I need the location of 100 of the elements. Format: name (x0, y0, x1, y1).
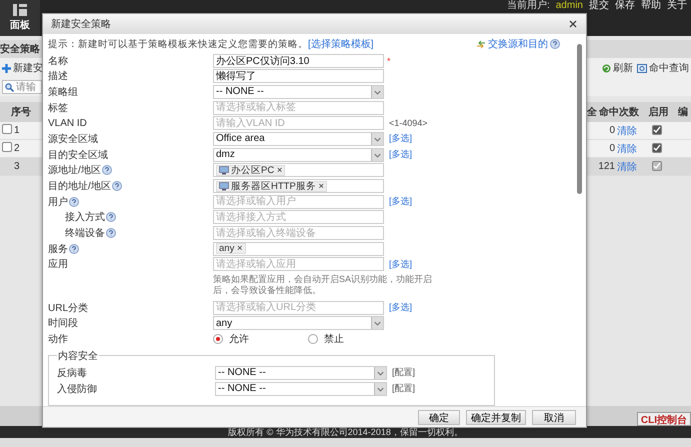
tag-chip[interactable]: any × (216, 243, 246, 254)
help-icon[interactable] (550, 39, 560, 50)
select-field[interactable]: Office area (213, 132, 384, 146)
tag-chip[interactable]: 办公区PC × (216, 164, 286, 176)
swap-link[interactable]: 交换源和目的 (476, 37, 560, 52)
hint-text: 提示：新建时可以基于策略模板来快速定义您需要的策略。[选择策略模板] (48, 38, 374, 52)
multi-select-link[interactable]: [多选] (389, 301, 412, 314)
multi-select-link[interactable]: [多选] (389, 132, 412, 146)
dropdown-caret-icon[interactable] (371, 317, 383, 330)
field-label: 反病毒 (57, 366, 88, 380)
field-label: 用户 (48, 194, 213, 209)
note-text: 策略如果配置应用，会自动开启SA识别功能，功能开启后，会导致设备性能降低。 (213, 273, 433, 298)
swap-arrows-icon (476, 40, 486, 49)
tag-field[interactable]: 办公区PC × (213, 163, 384, 178)
multi-select-link[interactable]: [多选] (389, 258, 412, 271)
enable-checkbox[interactable] (652, 124, 662, 134)
required-mark: * (387, 56, 391, 66)
tag-field[interactable]: any × (213, 242, 384, 256)
field-label: 策略组 (48, 86, 79, 99)
table-cell-text: 0 (608, 125, 615, 136)
text-field[interactable]: 办公区PC仅访问3.10 (213, 54, 384, 68)
field-label: 接入方式 (65, 210, 213, 224)
dashboard-nav-tile[interactable]: 面板 (0, 0, 40, 36)
select-field[interactable]: dmz (213, 148, 384, 162)
radio-option[interactable]: 禁止 (308, 332, 403, 346)
text-field[interactable]: 请选择或输入标签 (213, 100, 384, 115)
configure-link[interactable]: [配置] (392, 382, 416, 396)
field-label: 源安全区域 (48, 132, 99, 146)
search-icon (5, 83, 14, 92)
table-row[interactable]: 1 (0, 122, 42, 140)
search-field[interactable]: 请输 (2, 80, 42, 94)
clear-link[interactable]: 清除 (615, 124, 639, 138)
dropdown-caret-icon[interactable] (371, 132, 383, 145)
table-cell-text: 3 (14, 161, 21, 172)
help-icon[interactable] (102, 165, 112, 176)
field-label: 描述 (48, 70, 69, 84)
select-field[interactable]: any (213, 316, 384, 330)
text-field[interactable]: 请选择或输入用户 (213, 194, 384, 209)
table-row[interactable]: 3 (0, 158, 42, 176)
field-label: 目的安全区域 (48, 148, 109, 162)
configure-link[interactable]: [配置] (392, 366, 416, 380)
copyright-text: 版权所有 © 华为技术有限公司2014-2018，保留一切权利。 (228, 426, 463, 438)
text-field[interactable]: 请选择或输入URL分类 (213, 300, 384, 315)
group-legend: 内容安全 (57, 348, 99, 363)
table-cell-text: 1 (14, 125, 21, 136)
radio-option[interactable]: 允许 (213, 332, 308, 346)
refresh-button[interactable]: 刷新 (602, 61, 633, 75)
close-button[interactable] (568, 19, 578, 29)
field-label: 终端设备 (65, 226, 213, 240)
dialog-button[interactable]: 确定 (418, 410, 460, 424)
field-label: 名称 (48, 54, 69, 68)
column-header: 启用 (648, 105, 670, 119)
select-field[interactable]: -- NONE -- (213, 84, 384, 99)
multi-select-link[interactable]: [多选] (389, 148, 412, 162)
text-field[interactable]: 请选择或输入终端设备 (213, 226, 384, 240)
dropdown-caret-icon[interactable] (374, 382, 386, 395)
help-icon[interactable] (69, 196, 79, 207)
table-row[interactable]: 2 (0, 140, 42, 158)
dialog-button[interactable]: 取消 (532, 410, 576, 424)
select-field[interactable]: -- NONE -- (215, 382, 387, 396)
template-link[interactable]: [选择策略模板] (308, 39, 374, 50)
multi-select-link[interactable]: [多选] (389, 195, 412, 208)
column-header: 命中次数 (598, 106, 640, 119)
select-field[interactable]: -- NONE -- (215, 366, 387, 380)
table-cell-text: 2 (14, 143, 21, 154)
column-header: 序号 (10, 105, 32, 119)
text-field[interactable]: 请选择或输入应用 (213, 257, 384, 272)
help-icon[interactable] (69, 244, 79, 254)
field-label: 应用 (48, 258, 69, 272)
text-field[interactable]: 懒得写了 (213, 69, 384, 84)
hit-query-button[interactable]: 命中查询 (637, 61, 689, 75)
field-label: 标签 (48, 102, 69, 115)
dropdown-caret-icon[interactable] (371, 148, 383, 161)
refresh-icon (602, 64, 611, 72)
tag-chip[interactable]: 服务器区HTTP服务 × (216, 180, 328, 192)
field-label: 动作 (48, 333, 69, 346)
tag-field[interactable]: 服务器区HTTP服务 × (213, 179, 384, 194)
help-icon[interactable] (106, 212, 116, 222)
field-label: VLAN ID (48, 118, 88, 129)
field-label: URL分类 (48, 302, 90, 315)
clear-link[interactable]: 清除 (615, 142, 639, 156)
top-link[interactable]: 帮助 (641, 0, 661, 11)
row-checkbox[interactable] (2, 124, 12, 134)
help-icon[interactable] (106, 228, 116, 238)
dropdown-caret-icon[interactable] (374, 366, 386, 379)
text-field[interactable]: 请输入VLAN ID (213, 116, 384, 130)
enable-checkbox[interactable] (652, 142, 662, 152)
table-cell-text: 121 (597, 161, 615, 172)
range-hint: <1-4094> (389, 118, 428, 128)
row-checkbox[interactable] (2, 142, 12, 152)
text-field[interactable]: 请选择接入方式 (213, 210, 384, 224)
help-icon[interactable] (112, 181, 122, 192)
field-label: 时间段 (48, 316, 79, 330)
dialog-title: 新建安全策略 (51, 18, 111, 31)
field-label: 目的地址/地区 (48, 179, 213, 194)
dropdown-caret-icon[interactable] (371, 86, 383, 98)
cli-console-button[interactable]: CLI控制台 (636, 412, 691, 426)
top-link[interactable]: 保存 (615, 0, 635, 11)
dialog-button[interactable]: 确定并复制 (466, 410, 526, 424)
field-label: 源地址/地区 (48, 163, 213, 178)
